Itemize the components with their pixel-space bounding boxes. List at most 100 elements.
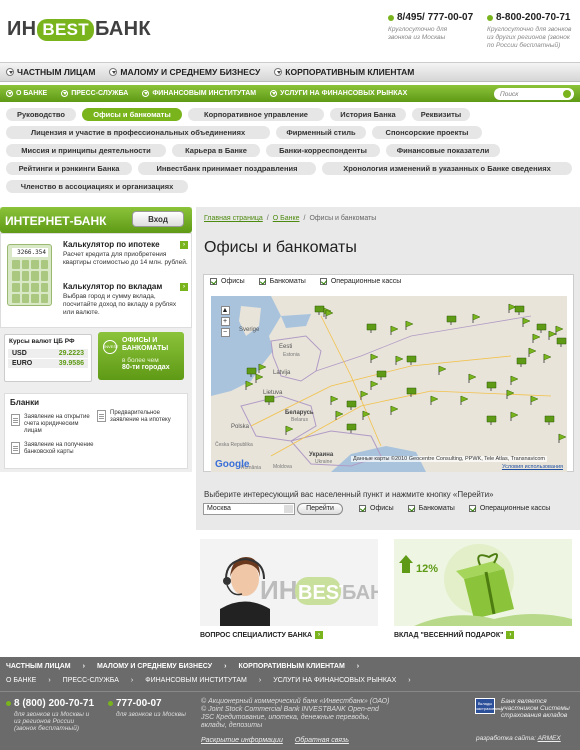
nav-markets[interactable]: УСЛУГИ НА ФИНАНСОВЫХ РЫНКАХ [270,90,407,97]
pill-change-history[interactable]: Хронология изменений в указанных о Банке… [322,162,572,175]
footer-link-private[interactable]: ЧАСТНЫМ ЛИЦАМ [6,663,71,670]
map-terms-link[interactable]: Условия использования [502,464,563,470]
list-filter-offices[interactable]: Офисы [359,505,394,512]
pill-requisites[interactable]: Реквизиты [412,108,470,121]
map-copyright: Данные карты ©2010 Geocentre Consulting,… [351,456,547,462]
footer-link-corporate[interactable]: КОРПОРАТИВНЫМ КЛИЕНТАМ [238,663,344,670]
bullet-icon [388,14,394,21]
phone-number: 8 (800) 200-70-71 [14,698,95,709]
header-phone-moscow: 8/495/ 777-00-07 Круглосуточно для звонк… [388,12,473,42]
promo-gift-link[interactable]: ВКЛАД "ВЕСЕННИЙ ПОДАРОК" › [394,631,515,639]
promo-spring-gift[interactable]: 12% ВКЛАД "ВЕСЕННИЙ ПОДАРОК" › [390,535,580,645]
topnav-private[interactable]: ЧАСТНЫМ ЛИЦАМ [6,67,95,77]
chevron-down-icon [6,68,14,76]
pill-history[interactable]: История Банка [330,108,406,121]
list-filter-cash-desks[interactable]: Операционные кассы [468,505,550,512]
logo-part3: БАНК [94,18,151,40]
city-prompt: Выберите интересующий вас населенный пун… [204,490,494,499]
pill-corporate-governance[interactable]: Корпоративное управление [188,108,324,121]
checkbox[interactable] [359,505,366,512]
filter-label: Офисы [370,505,394,512]
nav-press[interactable]: ПРЕСС-СЛУЖБА [61,90,128,97]
map-label: Беларусь [285,410,314,416]
zoom-in-button[interactable]: + [220,317,230,326]
nav-label: ПРЕСС-СЛУЖБА [71,90,129,97]
map-label: Sverige [239,327,260,333]
phone-number: 8/495/ 777-00-07 [397,12,474,23]
footer-link-about[interactable]: О БАНКЕ [6,677,36,684]
zoom-out-button[interactable]: − [220,328,230,337]
topnav-corporate[interactable]: КОРПОРАТИВНЫМ КЛИЕНТАМ [274,67,414,77]
promo-label: ВКЛАД "ВЕСЕННИЙ ПОДАРОК" [394,631,504,639]
svg-text:ИН: ИН [260,575,297,605]
login-button[interactable]: Вход [132,211,184,227]
checkbox[interactable] [319,278,327,285]
list-filter-atms[interactable]: Банкоматы [407,505,455,512]
mortgage-calculator-desc: Расчет кредита для приобретения квартиры… [63,251,188,266]
breadcrumb: Главная страница / О Банке / Офисы и бан… [204,215,376,222]
currency-rates: Курсы валют ЦБ РФ USD 29.2223 EURO 39.9586 [4,334,92,382]
forms-title: Бланки [10,398,40,407]
developer-prefix: разработка сайта: [476,735,536,742]
mortgage-calculator[interactable]: Калькулятор по ипотеке › Расчет кредита д… [63,240,188,267]
section-nav: О БАНКЕ ПРЕСС-СЛУЖБА ФИНАНСОВЫМ ИНСТИТУТ… [0,85,580,102]
pill-memberships[interactable]: Членство в ассоциациях и организациях [6,180,188,193]
footer-nav-primary: ЧАСТНЫМ ЛИЦАМ › МАЛОМУ И СРЕДНЕМУ БИЗНЕСУ… [6,663,359,670]
map-filter-cash-desks[interactable]: Операционные кассы [319,278,401,285]
pill-sponsorship[interactable]: Спонсорские проекты [372,126,482,139]
promo-specialist-link[interactable]: ВОПРОС СПЕЦИАЛИСТУ БАНКА › [200,631,324,639]
deposit-calculator[interactable]: Калькулятор по вкладам › Выбрав город и с… [63,282,188,317]
feedback-link[interactable]: Обратная связь [295,737,349,744]
chevron-down-icon [6,90,13,97]
filter-label: Банкоматы [269,278,306,285]
pan-up-icon[interactable]: ▲ [220,306,230,315]
breadcrumb-home[interactable]: Главная страница [204,215,263,222]
developer-credit: разработка сайта: ARMEX [476,735,561,742]
footer-phone-moscow-note: для звонков из Москвы [116,711,186,718]
pill-corporate-style[interactable]: Фирменный стиль [276,126,366,139]
pill-mission[interactable]: Миссия и принципы деятельности [6,144,166,157]
pill-career[interactable]: Карьера в Банке [172,144,260,157]
form-mortgage[interactable]: Предварительное заявление на ипотеку [97,410,182,424]
checkbox[interactable] [407,505,415,512]
pill-congratulations[interactable]: Инвестбанк принимает поздравления [138,162,316,175]
offices-banner[interactable]: INVEST ОФИСЫ И БАНКОМАТЫ в более чем 80-т… [98,332,184,380]
map-canvas[interactable]: Sverige Eesti Latvija Lietuva Беларусь P… [211,296,567,472]
breadcrumb-separator: / [303,215,306,222]
footer-link-institutions[interactable]: ФИНАНСОВЫМ ИНСТИТУТАМ [145,677,247,684]
pill-correspondent-banks[interactable]: Банки-корреспонденты [266,144,380,157]
promo-specialist[interactable]: ИН BEST БАНК ВОПРОС СПЕЦИАЛИСТУ БАНКА› [196,535,384,645]
nav-financial-institutions[interactable]: ФИНАНСОВЫМ ИНСТИТУТАМ [142,90,256,97]
phone-number: 777-00-07 [116,698,162,709]
nav-about[interactable]: О БАНКЕ [6,90,47,97]
footer-link-press[interactable]: ПРЕСС-СЛУЖБА [63,677,119,684]
checkbox[interactable] [258,278,266,285]
search-icon[interactable] [563,90,571,98]
pill-ratings[interactable]: Рейтинги и рэнкинги Банка [6,162,132,175]
developer-link[interactable]: ARMEX [538,735,561,742]
city-select[interactable]: Москва [203,503,295,515]
footer-link-smb[interactable]: МАЛОМУ И СРЕДНЕМУ БИЗНЕСУ [97,663,212,670]
arrow-right-icon: › [180,282,188,291]
arrow-right-icon: › [315,631,324,639]
breadcrumb-about[interactable]: О Банке [273,215,300,222]
map-filter-atms[interactable]: Банкоматы [258,278,306,285]
pill-offices-atms[interactable]: Офисы и банкоматы [82,108,182,121]
phone-note: Круглосуточно для звонков из Москвы [388,26,448,41]
map-filter-offices[interactable]: Офисы [210,278,245,285]
offices-banner-sub1: в более чем [122,357,159,364]
form-account-opening[interactable]: Заявление на открытие счета юридическим … [11,414,96,435]
checkbox[interactable] [468,505,476,512]
offices-banner-title: ОФИСЫ И БАНКОМАТЫ [122,337,169,352]
topnav-smb[interactable]: МАЛОМУ И СРЕДНЕМУ БИЗНЕСУ [109,67,260,77]
pill-license[interactable]: Лицензия и участие в профессиональных об… [6,126,270,139]
disclosure-link[interactable]: Раскрытие информации [201,737,283,744]
search-input[interactable] [494,88,574,100]
pill-financials[interactable]: Финансовые показатели [386,144,500,157]
pill-management[interactable]: Руководство [6,108,76,121]
checkbox[interactable] [210,278,217,285]
logo[interactable]: ИН BEST БАНК [7,18,151,41]
form-bank-card[interactable]: Заявление на получение банковской карты [11,442,96,456]
footer-link-markets[interactable]: УСЛУГИ НА ФИНАНСОВЫХ РЫНКАХ [273,677,396,684]
go-button[interactable]: Перейти [297,503,343,515]
